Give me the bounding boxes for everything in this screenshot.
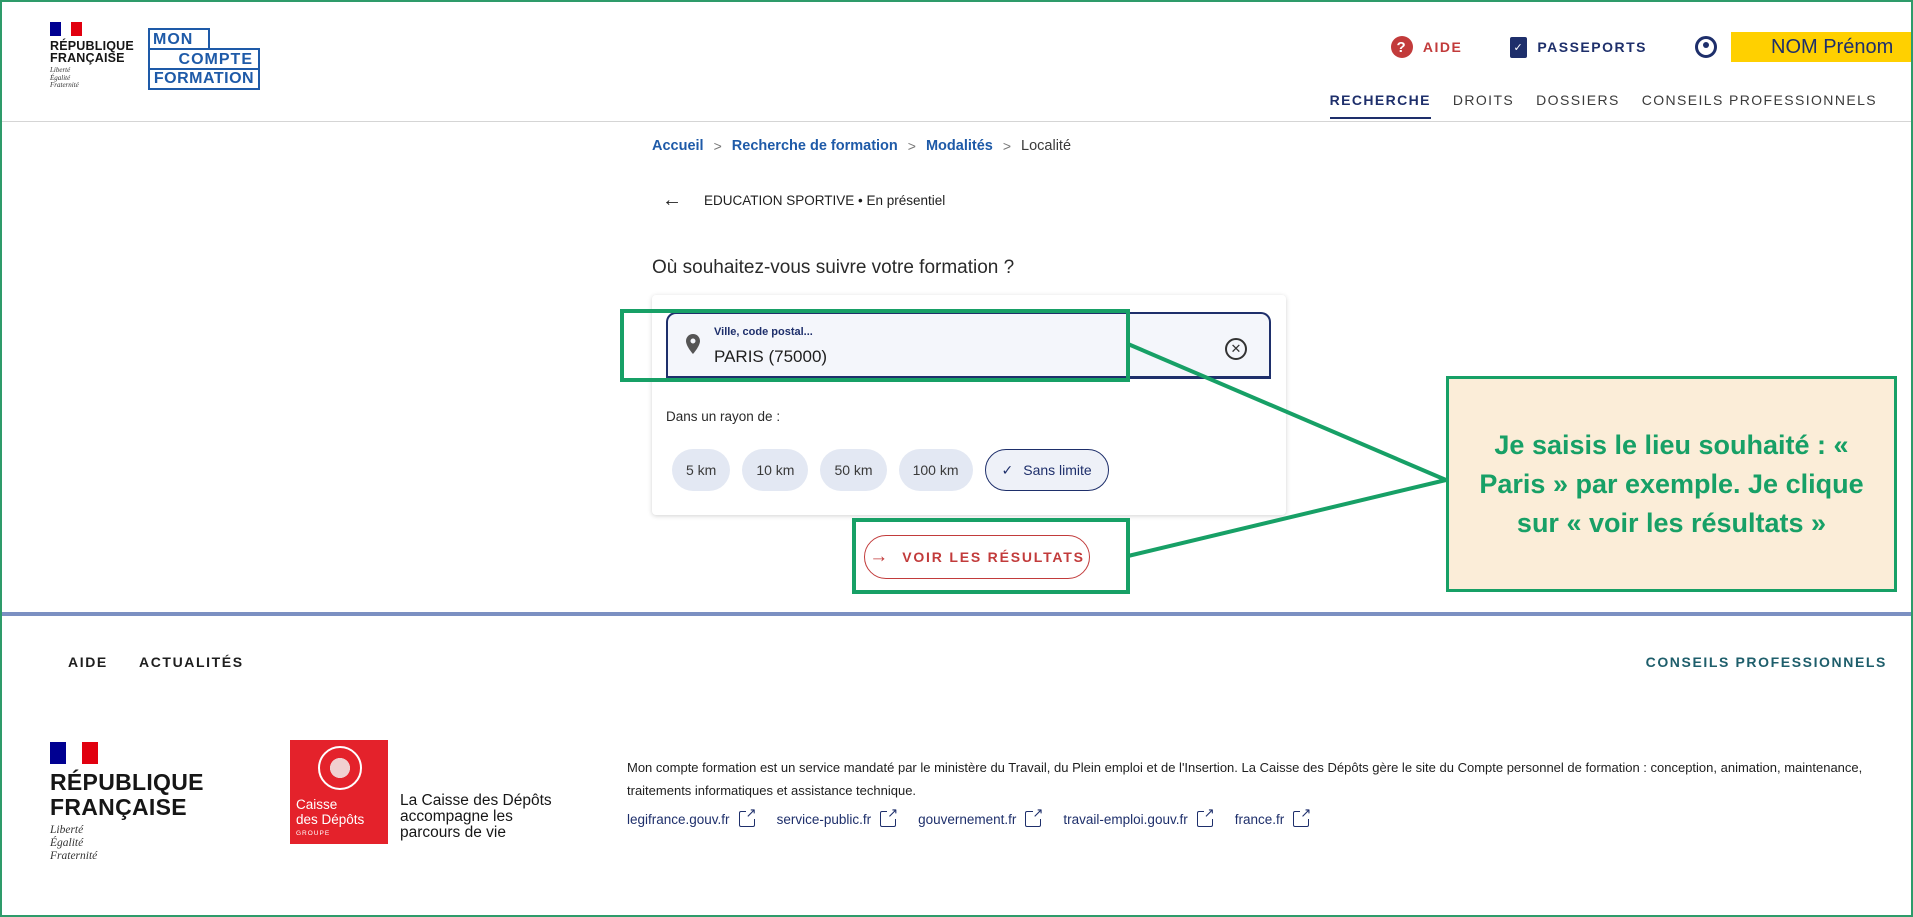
highlight-see-results [852, 518, 1130, 594]
annotation-text: Je saisis le lieu souhaité : « Paris » p… [1479, 429, 1864, 538]
highlight-location-input [620, 309, 1130, 382]
annotation-callout: Je saisis le lieu souhaité : « Paris » p… [1446, 376, 1897, 592]
connector-line-input [1127, 342, 1447, 482]
connector-line-button [1127, 478, 1447, 558]
